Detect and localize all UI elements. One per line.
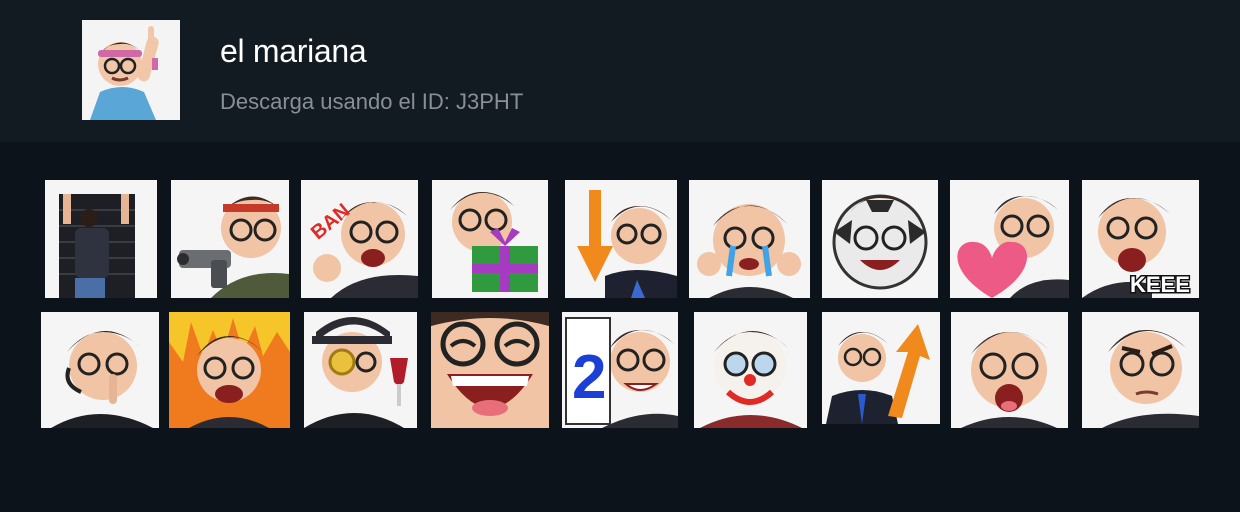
sticker-18[interactable]: [1082, 312, 1199, 428]
sticker-10[interactable]: [41, 312, 159, 428]
sticker-3[interactable]: BAN: [301, 180, 418, 298]
sticker-14[interactable]: 2: [562, 312, 678, 428]
man-shouting-ban-icon: BAN: [301, 180, 418, 298]
man-down-arrow-icon: [565, 180, 677, 298]
cartoon-man-headband-pointing-icon: [82, 20, 180, 120]
man-laughing-closeup-icon: [431, 312, 549, 428]
man-shocked-face-icon: [951, 312, 1068, 428]
sticker-4[interactable]: [432, 180, 548, 298]
sticker-5[interactable]: [565, 180, 677, 298]
keee-text: KEEE: [1130, 272, 1190, 297]
man-crying-icon: [689, 180, 810, 298]
number-two-text: 2: [572, 343, 606, 412]
sticker-1[interactable]: [45, 180, 157, 298]
sticker-2[interactable]: [171, 180, 289, 298]
sticker-17[interactable]: [951, 312, 1068, 428]
man-soccer-ball-face-icon: [822, 180, 938, 298]
pack-header: el mariana Descarga usando el ID: J3PHT: [0, 0, 1240, 142]
sticker-13[interactable]: [431, 312, 549, 428]
man-with-heart-icon: [950, 180, 1069, 298]
sticker-16[interactable]: [822, 312, 940, 424]
man-screaming-keee-icon: KEEE: [1082, 180, 1199, 298]
sticker-9[interactable]: KEEE: [1082, 180, 1199, 298]
man-holding-number-two-icon: 2: [562, 312, 678, 428]
man-monocle-wine-icon: [304, 312, 417, 428]
sticker-11[interactable]: [169, 312, 290, 428]
sticker-8[interactable]: [950, 180, 1069, 298]
pack-download-id: Descarga usando el ID: J3PHT: [220, 89, 524, 114]
man-skeptical-face-icon: [1082, 312, 1199, 428]
sticker-15[interactable]: [694, 312, 807, 428]
man-shush-headset-icon: [41, 312, 159, 428]
man-headband-with-gun-icon: [171, 180, 289, 298]
pack-avatar: [82, 20, 180, 120]
sticker-6[interactable]: [689, 180, 810, 298]
man-suit-up-arrow-icon: [822, 312, 940, 424]
sticker-7[interactable]: [822, 180, 938, 298]
man-closing-shutter-icon: [45, 180, 157, 298]
man-angry-fire-icon: [169, 312, 290, 428]
man-with-gift-icon: [432, 180, 548, 298]
man-clown-makeup-icon: [694, 312, 807, 428]
pack-title: el mariana: [220, 33, 367, 69]
sticker-12[interactable]: [304, 312, 417, 428]
